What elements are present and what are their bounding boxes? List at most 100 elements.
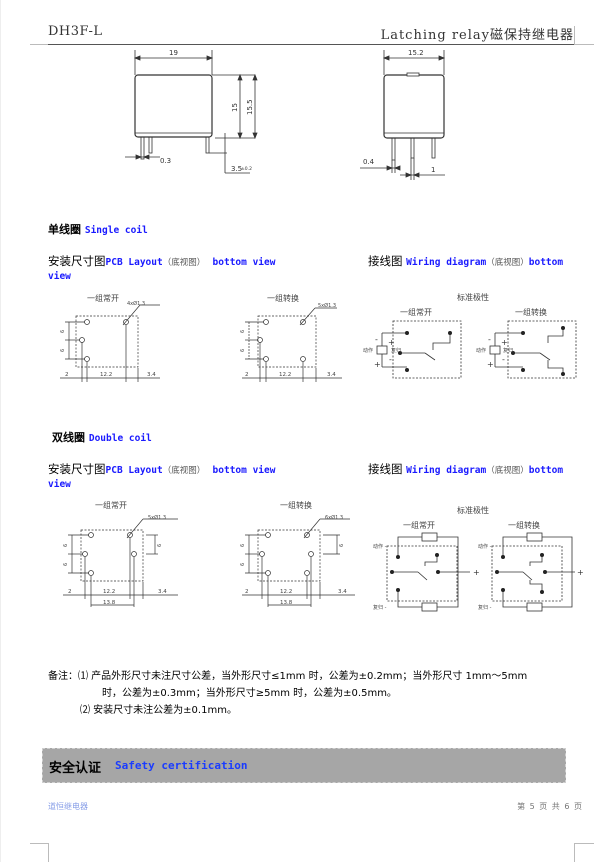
pcb-diagram-title: 一组转换 [267,293,299,303]
wiring-plus-lower: + [487,360,494,369]
header-rule-left [30,44,48,45]
dim-pin-offset: 1 [431,166,435,174]
wiring-reset-label: 复归 [503,347,513,354]
wiring-plus-lower: + [374,360,381,369]
single-pcb-heading: 安装尺寸图PCB Layout（底视图） bottom view [48,253,275,269]
page-edge [0,0,1,862]
wiring-label-cn: 接线图 [368,462,403,476]
pcb-pitch-v2: 6 [240,563,246,566]
note-line-1: 备注：⑴ 产品外形尺寸未注尺寸公差，当外形尺寸≤1mm 时，公差为±0.2mm；… [48,668,598,685]
footer-page-number: 第 5 页 共 6 页 [517,802,583,811]
pcb-diagram-title: 一组常开 [95,500,127,510]
pcb-label-cn: 安装尺寸图 [48,254,106,268]
header-title-cn: 磁保持继电器 [489,28,574,43]
notes-label: 备注： [48,671,78,682]
wiring-plus: + [501,338,508,347]
dim-side-width: 15.2 [408,49,424,57]
crop-mark-right-h [574,843,594,844]
pcb-label-en: PCB Layout [105,465,163,476]
wiring-plus: + [473,568,480,577]
page-header: DH3F-L Latching relay磁保持继电器 [48,22,574,45]
pcb-diagram-title: 一组转换 [280,500,312,510]
pcb-paren: （底视图） [162,466,206,476]
double-pcb-view-wrap: view [48,479,71,490]
single-wiring-diagrams: 标准极性 一组常开 一组转换 动作 复归 - + + - 动作 复归 - + +… [363,292,577,379]
double-pcb-no-diagram: 一组常开 5xØ1.3 6 6 6 2 12.2 3.4 13.8 [63,500,178,607]
single-wiring-heading: 接线图 Wiring diagram（底视图）bottom [368,253,563,269]
pcb-dim-left: 2 [245,589,249,595]
wiring-paren: （底视图） [486,466,529,476]
wiring-minus: - [488,335,491,344]
safety-certification-bar: 安全认证 Safety certification [42,748,566,783]
wiring-diagram-title-co: 一组转换 [508,520,540,530]
pcb-pitch-v2: 6 [60,349,66,352]
single-pcb-co-diagram: 一组转换 5xØ1.3 6 6 2 12.2 3.4 [240,293,342,382]
header-title: Latching relay磁保持继电器 [381,24,574,43]
single-pcb-view-wrap: view [48,271,71,282]
pcb-dim-left: 2 [65,372,69,378]
pcb-dim-mid: 12.2 [100,372,112,378]
crop-mark-left-h [30,843,48,844]
wiring-act-label: 动作 [476,347,486,354]
wiring-label-cn: 接线图 [368,254,403,268]
dim-pin-length-tol: ±0.2 [241,166,252,172]
pcb-label-en: PCB Layout [105,257,163,268]
note-line-2: 时，公差为±0.3mm；当外形尺寸≥5mm 时，公差为±0.5mm。 [102,688,397,699]
pcb-pitch-v2: 6 [240,349,246,352]
wiring-minus-lower: - [502,355,505,364]
pcb-pitch-v1: 6 [63,544,69,547]
polarity-title: 标准极性 [457,292,489,302]
pcb-view-en: bottom view [212,257,276,268]
note-line-3: ⑵ 安装尺寸未注公差为±0.1mm。 [80,705,237,716]
header-title-en: Latching relay [380,28,490,43]
wiring-diagram-title-no: 一组常开 [400,307,432,317]
pcb-dim-mid: 12.2 [279,372,291,378]
dim-height-15: 15 [231,103,239,112]
pcb-view-en: bottom view [212,465,276,476]
pcb-label-cn: 安装尺寸图 [48,462,106,476]
pcb-pitch-v1: 6 [240,544,246,547]
crop-mark-left-v [48,843,49,862]
pcb-dim-bottom: 13.8 [103,600,116,606]
wiring-act-label: 动作 [363,347,373,354]
wiring-act-label: 动作 - [373,543,387,550]
wiring-label-en: Wiring diagram [406,465,487,476]
wiring-view-en: bottom [528,465,564,476]
wiring-plus: + [388,338,395,347]
pcb-dim-left: 2 [68,589,72,595]
dim-width-19: 19 [169,49,178,57]
wiring-minus: - [375,335,378,344]
pcb-dim-bottom: 13.8 [280,600,293,606]
pcb-pitch-v1: 6 [60,330,66,333]
pcb-dim-mid: 12.2 [280,589,292,595]
wiring-diagram-title-co: 一组转换 [515,307,547,317]
note-1-text: ⑴ 产品外形尺寸未注尺寸公差，当外形尺寸≤1mm 时，公差为±0.2mm；当外形… [78,671,528,682]
model-number: DH3F-L [48,24,103,39]
notes-block: 备注：⑴ 产品外形尺寸未注尺寸公差，当外形尺寸≤1mm 时，公差为±0.2mm；… [48,668,598,719]
double-coil-heading: 双线圈 Double coil [52,429,152,445]
double-pcb-heading: 安装尺寸图PCB Layout（底视图） bottom view [48,461,275,477]
pcb-holes-label: 5xØ1.3 [148,514,166,521]
pcb-holes-label: 6xØ1.3 [325,514,343,521]
pcb-dim-mid: 12.2 [103,589,115,595]
header-rule-right [574,44,594,45]
dim-height-15-5: 15.5 [246,99,254,115]
pcb-dim-left: 2 [245,372,249,378]
wiring-diagram-title-no: 一组常开 [403,520,435,530]
pcb-pitch-v1: 6 [240,330,246,333]
dim-pin-thickness: 0.3 [160,157,171,165]
outline-front-view: 19 15 15.5 0.3 3.5 ±0.2 [125,49,258,174]
wiring-act-label: 动作 - [478,543,492,550]
wiring-reset-label: 复归 - [478,604,492,611]
pcb-dim-right: 3.4 [147,372,156,378]
single-coil-title-cn: 单线圈 [48,223,81,236]
single-pcb-no-diagram: 一组常开 4xØ1.3 6 6 2 12.2 3.4 [60,293,160,382]
pcb-diagram-title: 一组常开 [87,293,119,303]
double-wiring-heading: 接线图 Wiring diagram（底视图）bottom [368,461,563,477]
single-coil-title-en: Single coil [84,225,148,236]
wiring-plus: + [577,568,584,577]
pcb-dim-right: 3.4 [327,372,336,378]
outline-side-view: 15.2 0.4 1 [360,49,446,180]
wiring-minus-lower: - [389,355,392,364]
wiring-reset-label: 复归 [391,347,401,354]
